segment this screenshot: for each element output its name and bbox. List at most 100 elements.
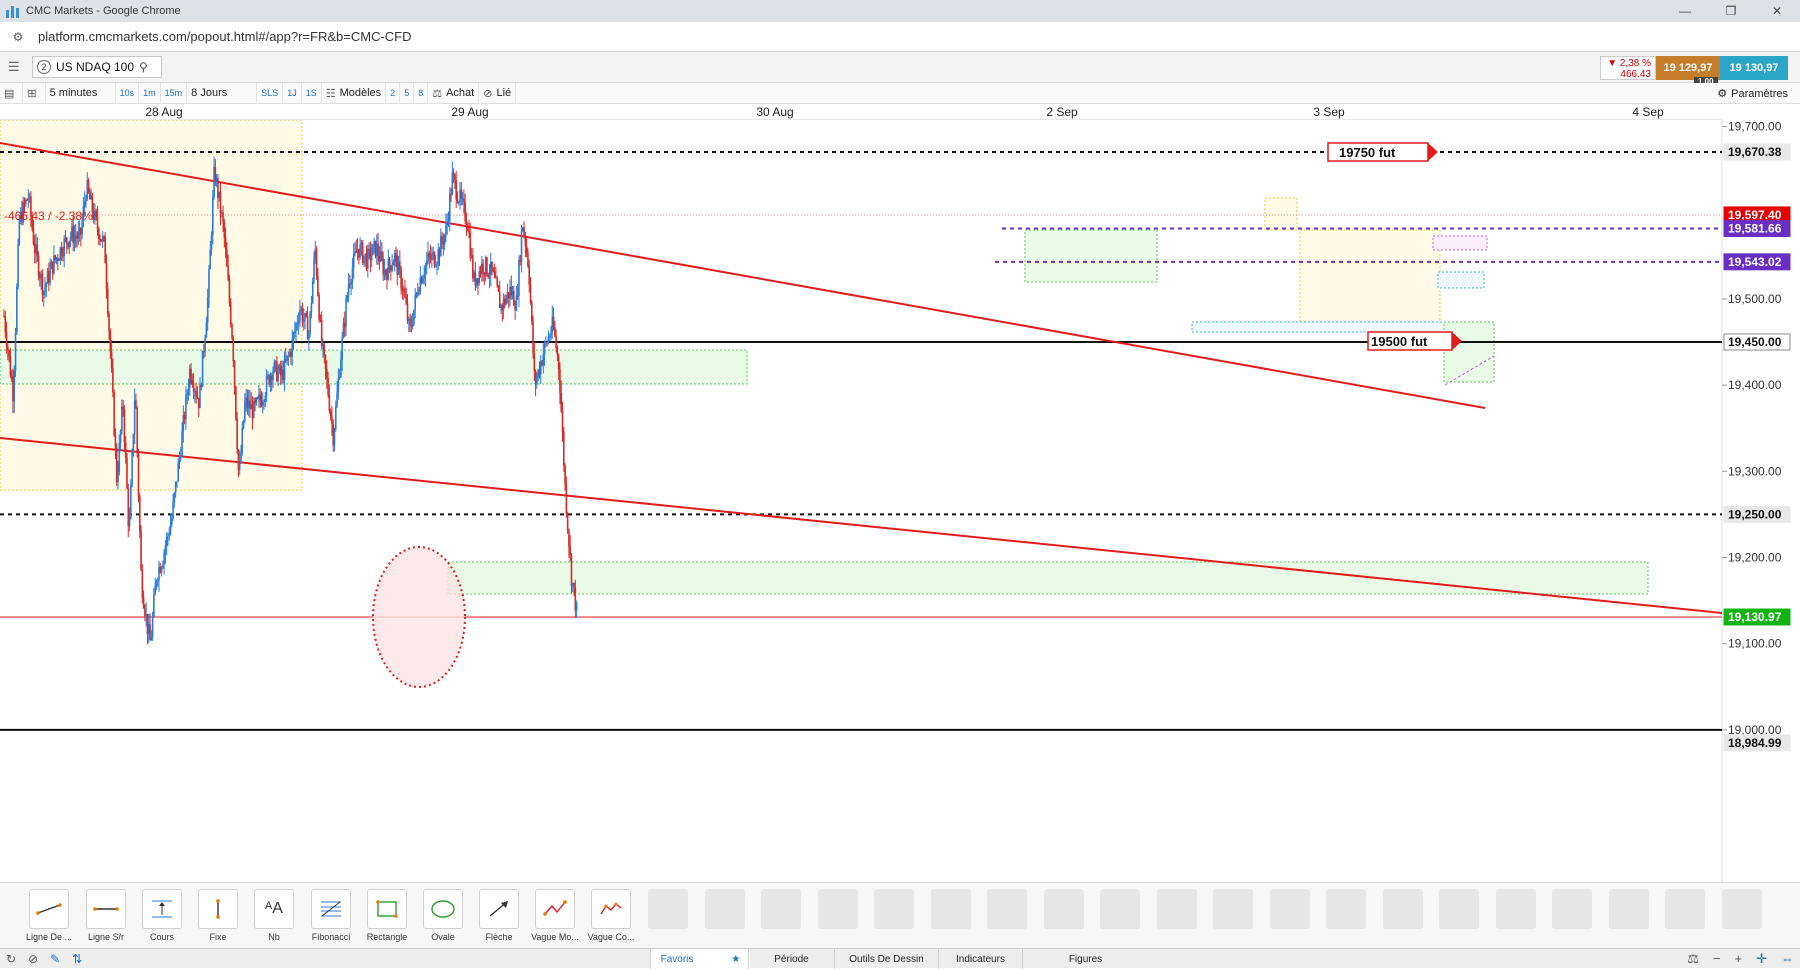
search-icon[interactable]: ⚲ <box>139 60 148 74</box>
zoom-in-icon[interactable]: + <box>1735 951 1743 967</box>
site-settings-icon[interactable]: ⚙ <box>10 29 26 45</box>
close-button[interactable]: ✕ <box>1754 0 1800 22</box>
empty-tool-slot[interactable] <box>817 889 858 929</box>
cyan-zone-1[interactable] <box>1191 321 1483 333</box>
yellow-zone-1[interactable] <box>0 120 303 491</box>
yellow-zone-3[interactable] <box>1264 197 1298 231</box>
price-panel: ▼ 2,38 % 466.43 19 129,97 19 130,97 1.00 <box>1600 56 1788 86</box>
empty-tool-slot[interactable] <box>761 889 801 929</box>
interval-10s[interactable]: 10s <box>116 82 140 104</box>
empty-tool-slot[interactable] <box>874 889 914 929</box>
change-absolute: 466.43 <box>1620 69 1651 80</box>
empty-tool-slot[interactable] <box>1495 889 1536 929</box>
link-button[interactable]: ⊘ Lié <box>479 82 517 104</box>
url-text[interactable]: platform.cmcmarkets.com/popout.html#/app… <box>38 29 412 44</box>
tool-fibonacci[interactable]: Fibonacci <box>304 889 358 942</box>
empty-tool-slot[interactable] <box>1439 889 1479 929</box>
tool-text[interactable]: ᴬA Nb <box>247 889 301 942</box>
green-zone-support[interactable] <box>447 561 1649 595</box>
scale-icon[interactable]: ⚖ <box>1687 951 1699 967</box>
chart-list-button[interactable]: ▤ <box>0 82 24 104</box>
zoom-out-icon[interactable]: − <box>1713 951 1721 967</box>
tab-outils-de-dessin[interactable]: Outils De Dessin <box>834 949 938 969</box>
tool-wave-mo[interactable]: Vague Mo... <box>528 889 582 942</box>
restore-button[interactable]: ❐ <box>1708 0 1754 22</box>
refresh-icon[interactable]: ↻ <box>6 952 16 966</box>
pencil-icon[interactable]: ✎ <box>50 952 60 966</box>
vertical-line-icon <box>216 899 220 919</box>
tool-fixed[interactable]: Fixe <box>191 889 245 942</box>
templates-button[interactable]: ☷ Modèles <box>322 82 387 104</box>
tool-line[interactable]: Ligne De ... <box>22 889 76 942</box>
empty-tool-slot[interactable] <box>930 889 971 929</box>
count-5-button[interactable]: 5 <box>400 82 415 104</box>
tab-favoris[interactable]: Favoris ★ <box>650 949 750 969</box>
fit-icon[interactable]: ⇔ <box>1781 951 1794 967</box>
crosshair-arrows-icon[interactable]: ⇅ <box>72 952 82 966</box>
green-zone-2[interactable] <box>1024 229 1158 283</box>
tab-figures[interactable]: Figures <box>1022 949 1148 969</box>
price-tick-label-2: 19,400.00 <box>1728 378 1782 392</box>
green-zone-3[interactable] <box>1443 321 1495 383</box>
yellow-zone-2[interactable] <box>1299 229 1441 333</box>
candle-107 <box>140 525 142 572</box>
label-19750-fut[interactable]: 19750 fut <box>1327 142 1438 162</box>
balance-icon: ⚖ <box>432 87 443 100</box>
empty-tool-slot[interactable] <box>1213 889 1253 929</box>
date-label-29aug: 29 Aug <box>451 105 489 119</box>
price-change-box: ▼ 2,38 % 466.43 <box>1600 56 1656 80</box>
tool-price[interactable]: Cours <box>135 889 189 942</box>
price-tag-2: 19,581.66 <box>1723 220 1791 238</box>
count-2-button[interactable]: 2 <box>386 82 401 104</box>
rectangle-icon <box>376 900 398 918</box>
tab-indicateurs[interactable]: Indicateurs <box>938 949 1022 969</box>
tool-rectangle[interactable]: Rectangle <box>360 889 414 942</box>
range-1j-button[interactable]: 1J <box>283 82 302 104</box>
tab-indicateurs-label: Indicateurs <box>956 953 1005 965</box>
buy-mode-button[interactable]: ⚖ Achat <box>428 82 480 104</box>
empty-tool-slot[interactable] <box>1665 889 1705 929</box>
interval-select[interactable]: 5 minutes <box>46 82 116 104</box>
price-tick-label-1: 19,500.00 <box>1728 292 1782 306</box>
sls-button[interactable]: SLS <box>257 82 284 104</box>
star-icon[interactable]: ★ <box>731 954 740 965</box>
empty-tool-slot[interactable] <box>1100 889 1140 929</box>
instrument-selector[interactable]: 2 US NDAQ 100 ⚲ <box>32 56 162 78</box>
empty-tool-slot[interactable] <box>1382 889 1423 929</box>
empty-tool-slot[interactable] <box>1608 889 1649 929</box>
empty-tool-slot[interactable] <box>1326 889 1366 929</box>
candle-155 <box>201 350 204 388</box>
range-1s-button[interactable]: 1S <box>302 82 322 104</box>
chart-area[interactable]: -466.43 / -2.38% 19750 fut 19500 fut 19,… <box>0 120 1800 882</box>
buy-price-button[interactable]: 19 130,97 1.00 <box>1694 56 1788 86</box>
count-8-button[interactable]: 8 <box>414 82 429 104</box>
cyan-zone-2[interactable] <box>1437 271 1485 289</box>
tool-arrow[interactable]: Flèche <box>472 889 526 942</box>
crosshair-icon[interactable]: ✛ <box>1756 951 1767 967</box>
empty-tool-slot[interactable] <box>1269 889 1310 929</box>
interval-1m[interactable]: 1m <box>139 82 161 104</box>
empty-tool-slot[interactable] <box>648 889 688 929</box>
buy-mode-label: Achat <box>446 87 475 99</box>
label-19500-fut[interactable]: 19500 fut <box>1367 331 1462 351</box>
tool-sr-line[interactable]: Ligne S/r <box>79 889 133 942</box>
empty-tool-slot[interactable] <box>704 889 745 929</box>
empty-tool-slot[interactable] <box>987 889 1027 929</box>
range-select[interactable]: 8 Jours <box>187 82 258 104</box>
empty-tool-slot[interactable] <box>1721 889 1762 929</box>
tool-ellipse[interactable]: Ovale <box>416 889 470 942</box>
disable-icon[interactable]: ⊘ <box>28 952 38 966</box>
empty-tool-slot[interactable] <box>1156 889 1197 929</box>
hamburger-menu-icon[interactable]: ☰ <box>8 60 24 74</box>
magenta-zone[interactable] <box>1432 235 1488 251</box>
tool-wave-co[interactable]: Vague Co... <box>584 889 638 942</box>
empty-tool-slot[interactable] <box>1552 889 1592 929</box>
circle-annotation[interactable] <box>372 546 466 688</box>
interval-15m[interactable]: 15m <box>161 82 188 104</box>
price-chart[interactable]: -466.43 / -2.38% 19750 fut 19500 fut 19,… <box>0 120 1800 882</box>
settings-button[interactable]: ⚙ Paramètres <box>1717 83 1788 104</box>
empty-tool-slot[interactable] <box>1043 889 1084 929</box>
minimize-button[interactable]: — <box>1662 0 1708 22</box>
layout-button[interactable]: ⊞ <box>23 82 46 104</box>
tab-periode[interactable]: Période <box>748 949 834 969</box>
